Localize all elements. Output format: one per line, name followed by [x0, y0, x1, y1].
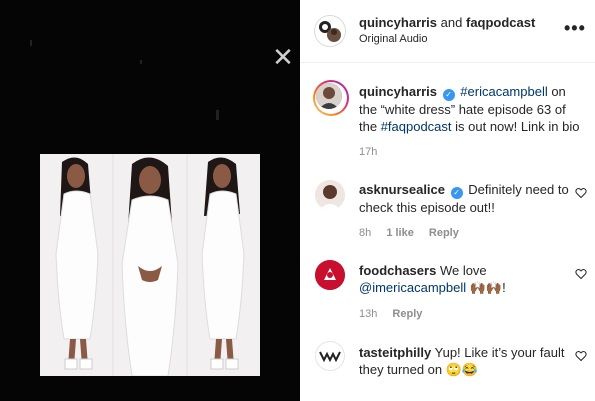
- audio-link[interactable]: Original Audio: [359, 33, 428, 45]
- caption-mention[interactable]: #ericacampbell: [460, 84, 547, 99]
- more-options-icon[interactable]: •••: [564, 18, 586, 39]
- caption-username[interactable]: quincyharris: [359, 84, 437, 99]
- comment-item: tasteitphilly Yup! Like it’s your fault …: [359, 344, 569, 378]
- comment-text: We love: [439, 263, 487, 278]
- reply-button[interactable]: Reply: [392, 308, 422, 320]
- avatar: [316, 83, 342, 109]
- comment-avatar[interactable]: [315, 180, 345, 210]
- post-image[interactable]: [40, 154, 260, 376]
- verified-badge-icon: ✓: [450, 187, 463, 199]
- verified-badge-icon: ✓: [442, 89, 455, 101]
- comment-meta: 13h Reply: [359, 308, 434, 320]
- collab-avatar[interactable]: [314, 15, 346, 47]
- avatar: [319, 21, 341, 42]
- caption-author-avatar[interactable]: [313, 80, 349, 116]
- caption-hashtag[interactable]: #faqpodcast: [381, 119, 452, 134]
- post-photo-collage: [40, 154, 260, 376]
- caption-text: is out now! Link in bio: [451, 119, 580, 134]
- comment-avatar[interactable]: [315, 260, 345, 290]
- comment-timestamp[interactable]: 13h: [359, 308, 377, 320]
- post-caption: quincyharris ✓ #ericacampbell on the “wh…: [359, 83, 587, 135]
- avatar: [315, 260, 345, 290]
- authors-conjunction: and: [440, 15, 463, 30]
- heart-icon[interactable]: [575, 350, 587, 362]
- background-speck: [216, 110, 219, 120]
- comment-username[interactable]: foodchasers: [359, 263, 436, 278]
- comment-likes-count[interactable]: 1 like: [386, 227, 414, 239]
- model-figure: [121, 157, 179, 376]
- comment-item: foodchasers We love @imericacampbell 🙌🏾🙌…: [359, 262, 569, 296]
- post-authors: quincyharris and faqpodcast: [359, 15, 535, 30]
- comment-mention[interactable]: @imericacampbell: [359, 280, 466, 295]
- caption-timestamp[interactable]: 17h: [359, 146, 377, 158]
- comment-avatar[interactable]: [315, 341, 345, 371]
- avatar: [315, 180, 345, 210]
- author-link[interactable]: quincyharris: [359, 15, 437, 30]
- background-speck: [30, 40, 32, 46]
- media-viewer: ✕: [0, 0, 300, 401]
- heart-icon[interactable]: [575, 268, 587, 280]
- comment-username[interactable]: tasteitphilly: [359, 345, 431, 360]
- comment-item: asknursealice ✓ Definitely need to check…: [359, 181, 569, 216]
- comment-emoji: 🙌🏾🙌🏾!: [469, 280, 506, 295]
- reply-button[interactable]: Reply: [429, 227, 459, 239]
- avatar: [319, 351, 341, 363]
- comment-meta: 8h 1 like Reply: [359, 227, 471, 239]
- heart-icon[interactable]: [575, 187, 587, 199]
- background-speck: [140, 60, 142, 64]
- comment-timestamp[interactable]: 8h: [359, 227, 371, 239]
- coauthor-link[interactable]: faqpodcast: [466, 15, 535, 30]
- comment-username[interactable]: asknursealice: [359, 182, 445, 197]
- post-header: quincyharris and faqpodcast Original Aud…: [300, 0, 595, 63]
- post-details-panel: quincyharris and faqpodcast Original Aud…: [300, 0, 595, 401]
- close-icon[interactable]: ✕: [272, 44, 294, 70]
